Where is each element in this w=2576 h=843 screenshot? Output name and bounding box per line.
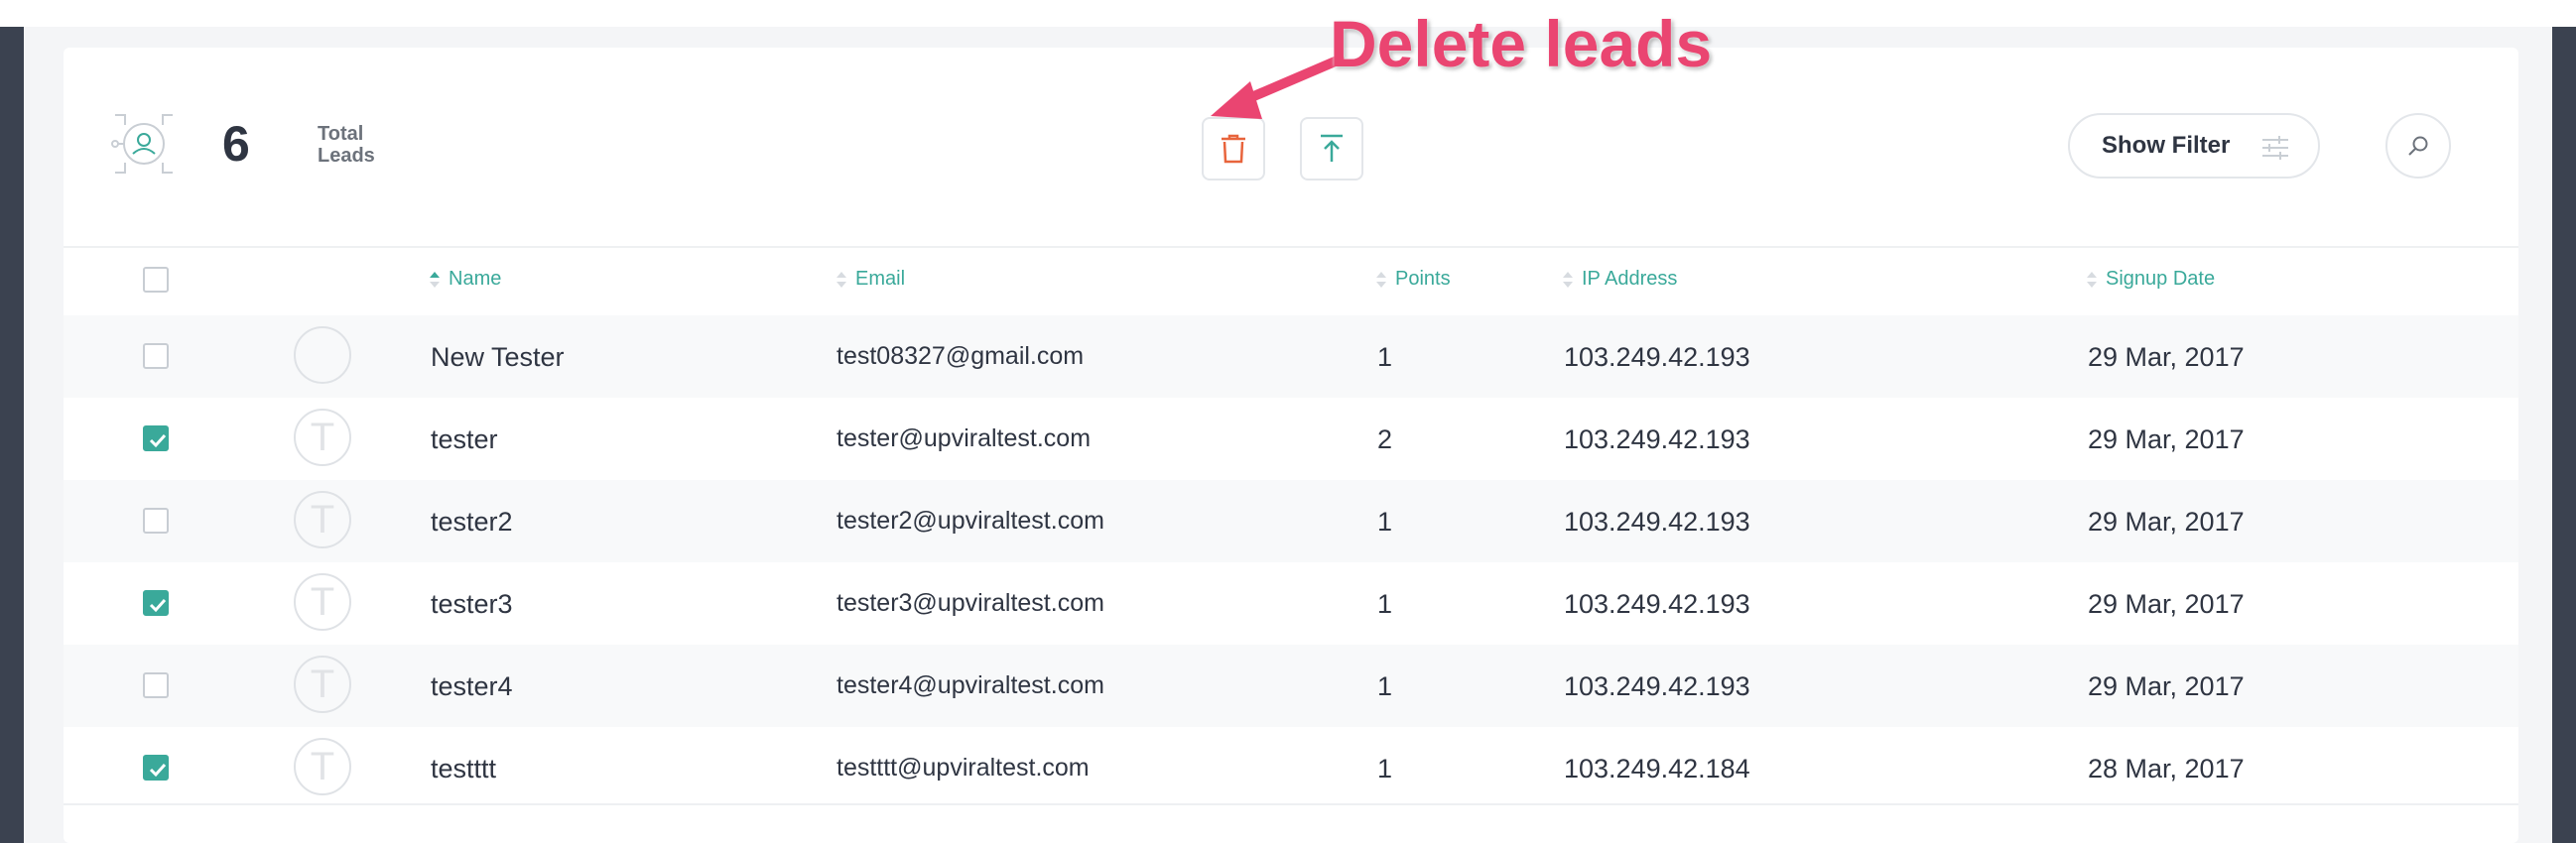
lead-email: tester2@upviraltest.com: [837, 507, 1104, 535]
column-ip-label: IP Address: [1582, 268, 1678, 290]
lead-points: 1: [1377, 507, 1393, 537]
column-points-label: Points: [1395, 268, 1451, 290]
row-select-checkbox[interactable]: [143, 343, 169, 369]
table-row[interactable]: Ttester2 tester2@upviraltest.com 1 103.249.…: [64, 480, 2518, 562]
search-icon: [2408, 136, 2428, 156]
right-sidebar-edge: [2552, 27, 2576, 843]
lead-name: tester: [431, 424, 498, 454]
table-row[interactable]: Ttester tester@upviraltest.com 2 103.249.42…: [64, 398, 2518, 480]
table-row[interactable]: Ttester4 tester4@upviraltest.com 1 103.249.…: [64, 645, 2518, 727]
lead-ip: 103.249.42.193: [1564, 342, 1750, 372]
lead-points: 1: [1377, 589, 1393, 619]
lead-signup-date: 29 Mar, 2017: [2088, 342, 2245, 372]
lead-ip: 103.249.42.193: [1564, 671, 1750, 701]
column-header-points[interactable]: Points: [1375, 268, 1451, 291]
show-filter-button[interactable]: Show Filter: [2068, 113, 2320, 179]
column-header-ip[interactable]: IP Address: [1562, 268, 1677, 291]
sort-icon: [1563, 271, 1573, 288]
lead-points: 1: [1377, 671, 1393, 701]
avatar: T: [294, 738, 351, 795]
table-row[interactable]: New Tester test08327@gmail.com 1 103.249.42…: [64, 315, 2518, 398]
table-row[interactable]: Ttestttt testttt@upviraltest.com 1 103.249.…: [64, 727, 2518, 809]
lead-email: tester4@upviraltest.com: [837, 671, 1104, 699]
lead-signup-date: 29 Mar, 2017: [2088, 671, 2245, 701]
row-select-checkbox[interactable]: [143, 755, 169, 781]
lead-points: 1: [1377, 342, 1393, 372]
checkmark-icon: [149, 433, 167, 448]
select-all-checkbox[interactable]: [143, 267, 169, 293]
column-signup-label: Signup Date: [2106, 268, 2216, 290]
lead-name: New Tester: [431, 342, 565, 372]
table-bottom-divider: [64, 803, 2518, 805]
sort-icon: [837, 271, 846, 288]
lead-ip: 103.249.42.184: [1564, 754, 1750, 783]
show-filter-label: Show Filter: [2102, 132, 2231, 159]
lead-name: testttt: [431, 754, 497, 783]
row-select-checkbox[interactable]: [143, 590, 169, 616]
total-leads-label: Total Leads: [318, 123, 375, 167]
annotation-label: Delete leads: [1330, 7, 1713, 80]
sort-asc-icon: [430, 271, 440, 288]
lead-email: test08327@gmail.com: [837, 342, 1085, 370]
avatar: T: [294, 656, 351, 713]
lead-email: tester@upviraltest.com: [837, 424, 1092, 452]
checkmark-icon: [149, 598, 167, 613]
row-select-checkbox[interactable]: [143, 425, 169, 451]
leads-panel: 6 Total Leads Show Filter Name Email Poi…: [64, 48, 2518, 843]
lead-name: tester4: [431, 671, 513, 701]
sort-icon: [2087, 271, 2097, 288]
leads-icon: [111, 114, 173, 174]
lead-signup-date: 29 Mar, 2017: [2088, 589, 2245, 619]
avatar: T: [294, 491, 351, 548]
avatar: T: [294, 409, 351, 466]
table-row[interactable]: Ttester3 tester3@upviraltest.com 1 103.249.…: [64, 562, 2518, 645]
lead-ip: 103.249.42.193: [1564, 589, 1750, 619]
lead-email: testttt@upviraltest.com: [837, 754, 1090, 782]
column-header-name[interactable]: Name: [429, 268, 501, 291]
sort-icon: [1376, 271, 1386, 288]
lead-signup-date: 28 Mar, 2017: [2088, 754, 2245, 783]
total-leads-count: 6: [222, 116, 250, 172]
column-header-email[interactable]: Email: [836, 268, 905, 291]
lead-signup-date: 29 Mar, 2017: [2088, 507, 2245, 537]
column-name-label: Name: [449, 268, 502, 290]
lead-points: 1: [1377, 754, 1393, 783]
sliders-icon: [2262, 136, 2288, 160]
search-button[interactable]: [2385, 113, 2451, 179]
lead-name: tester3: [431, 589, 513, 619]
lead-points: 2: [1377, 424, 1393, 454]
avatar: T: [294, 573, 351, 631]
table-header: Name Email Points IP Address Signup Date: [64, 248, 2518, 311]
lead-ip: 103.249.42.193: [1564, 507, 1750, 537]
left-sidebar-edge: [0, 27, 24, 843]
column-email-label: Email: [855, 268, 906, 290]
lead-name: tester2: [431, 507, 513, 537]
lead-ip: 103.249.42.193: [1564, 424, 1750, 454]
avatar: [294, 326, 351, 384]
checkmark-icon: [149, 763, 167, 778]
row-select-checkbox[interactable]: [143, 508, 169, 534]
column-header-signup-date[interactable]: Signup Date: [2086, 268, 2215, 291]
lead-email: tester3@upviraltest.com: [837, 589, 1104, 617]
row-select-checkbox[interactable]: [143, 672, 169, 698]
lead-signup-date: 29 Mar, 2017: [2088, 424, 2245, 454]
